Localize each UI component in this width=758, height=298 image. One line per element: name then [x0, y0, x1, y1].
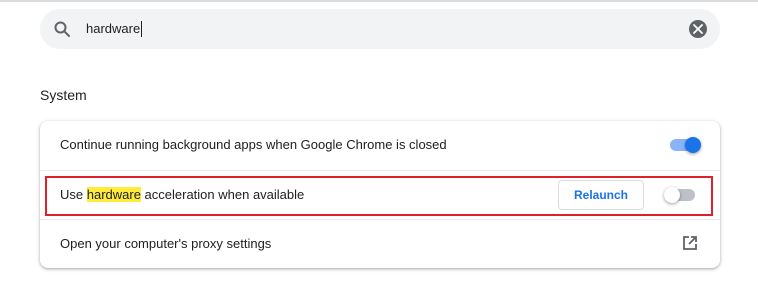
text-caret	[141, 21, 143, 37]
background-apps-toggle[interactable]	[667, 135, 701, 155]
setting-row-background-apps[interactable]: Continue running background apps when Go…	[40, 121, 720, 169]
setting-row-proxy[interactable]: Open your computer's proxy settings	[40, 219, 720, 268]
search-input-value: hardware	[86, 21, 141, 36]
setting-label: Continue running background apps when Go…	[60, 137, 447, 152]
open-in-new-icon[interactable]	[681, 234, 699, 252]
setting-label: Open your computer's proxy settings	[60, 236, 272, 251]
toggle-knob	[685, 137, 701, 153]
search-input[interactable]: hardware	[86, 9, 143, 49]
top-divider	[0, 0, 758, 2]
search-bar[interactable]: hardware	[40, 9, 720, 49]
annotation-highlight-box	[45, 176, 713, 216]
section-title: System	[40, 87, 87, 103]
search-icon	[53, 20, 71, 38]
close-icon	[693, 24, 703, 34]
clear-search-button[interactable]	[689, 20, 707, 38]
